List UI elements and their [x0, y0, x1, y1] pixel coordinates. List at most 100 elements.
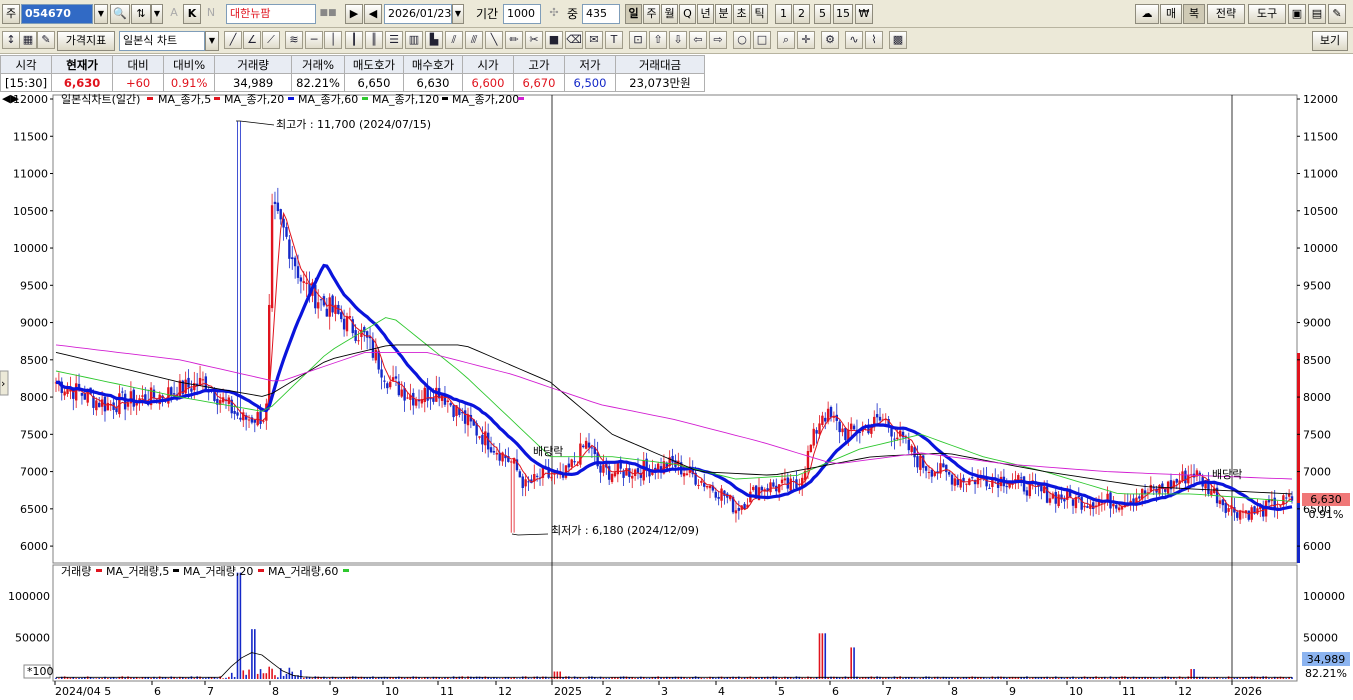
- value-high: 6,670: [512, 73, 565, 92]
- angle-icon[interactable]: ∠: [243, 31, 261, 49]
- fan-icon[interactable]: ≋: [285, 31, 303, 49]
- move-right-icon[interactable]: ⇨: [709, 31, 727, 49]
- tools-button[interactable]: 도구: [1248, 4, 1286, 24]
- value-volume: 34,989: [214, 73, 293, 92]
- search-icon[interactable]: 🔍: [110, 4, 130, 24]
- pencil-icon[interactable]: ✏: [505, 31, 523, 49]
- custom-interval-icon[interactable]: ₩: [855, 4, 873, 24]
- speed-lines-icon[interactable]: ▙: [425, 31, 443, 49]
- date-input[interactable]: 2026/01/23: [384, 4, 452, 24]
- folder-icon[interactable]: ▣: [1288, 4, 1306, 24]
- period-second-button[interactable]: 초: [733, 4, 750, 24]
- period-minute-button[interactable]: 분: [715, 4, 732, 24]
- parallel-icon[interactable]: ⫽: [445, 31, 463, 49]
- candle-body: [198, 377, 202, 386]
- candle-body: [342, 318, 346, 330]
- sort-dropdown-icon[interactable]: ▼: [151, 4, 163, 24]
- period-input[interactable]: 1000: [503, 4, 541, 24]
- edit-icon[interactable]: ✎: [37, 31, 55, 49]
- price-indicator-button[interactable]: 가격지표: [57, 31, 115, 51]
- volume-bar: [559, 671, 561, 679]
- volume-bar: [1052, 677, 1054, 679]
- x-tick-label: 2026: [1234, 685, 1262, 698]
- volume-bar: [1054, 676, 1057, 679]
- move-up-icon[interactable]: ⇧: [649, 31, 667, 49]
- color-palette-icon[interactable]: ■: [545, 31, 563, 49]
- volume-bar: [746, 677, 749, 679]
- volume-bar: [392, 677, 394, 679]
- move-down-icon[interactable]: ⇩: [669, 31, 687, 49]
- wrench-icon[interactable]: ✎: [1328, 4, 1346, 24]
- ray-icon[interactable]: ⟋: [262, 31, 280, 49]
- chart-type-dropdown-icon[interactable]: ▼: [205, 31, 219, 51]
- stock-chart[interactable]: 12000 11500 11000 10500 10000 9500 9000 8500 800…: [0, 93, 1353, 700]
- magnify-icon[interactable]: ⌕: [777, 31, 795, 49]
- volume-bar: [328, 677, 331, 679]
- stock-code-input[interactable]: 054670: [21, 4, 93, 24]
- save-icon[interactable]: ▤: [1308, 4, 1326, 24]
- note-icon[interactable]: ✉: [585, 31, 603, 49]
- candle-body: [584, 440, 588, 449]
- period-tick-button[interactable]: 틱: [751, 4, 768, 24]
- diagonal-icon[interactable]: ╲: [485, 31, 503, 49]
- interval-2-button[interactable]: 2: [793, 4, 810, 24]
- eraser-icon[interactable]: ⌫: [565, 31, 583, 49]
- cloud-icon[interactable]: ☁: [1135, 4, 1159, 24]
- volume-bar: [1213, 677, 1216, 679]
- grid-icon[interactable]: ▦: [19, 31, 37, 49]
- prev-arrow-icon[interactable]: ◀: [364, 4, 382, 24]
- trendline-icon[interactable]: ╱: [224, 31, 242, 49]
- period-week-button[interactable]: 주: [643, 4, 660, 24]
- period-year-button[interactable]: 년: [697, 4, 714, 24]
- arrow-up-down-icon[interactable]: ↕: [2, 31, 20, 49]
- strategy-button[interactable]: 전략: [1207, 4, 1245, 24]
- gann-grid-icon[interactable]: ▥: [405, 31, 423, 49]
- sort-icon[interactable]: ⇅: [131, 4, 151, 24]
- interval-5-button[interactable]: 5: [814, 4, 831, 24]
- period-day-button[interactable]: 일: [625, 4, 642, 24]
- calendar-dropdown-icon[interactable]: ▼: [452, 4, 464, 24]
- zigzag-icon[interactable]: ⌇: [865, 31, 883, 49]
- interval-15-button[interactable]: 15: [833, 4, 853, 24]
- letter-n-button[interactable]: N: [203, 4, 219, 24]
- period-month-button[interactable]: 월: [661, 4, 678, 24]
- buy-sell-button[interactable]: 매: [1160, 4, 1182, 24]
- volume-bar: [1236, 677, 1239, 679]
- volume-bar: [859, 677, 861, 679]
- stock-name-field[interactable]: 대한뉴팜: [226, 4, 316, 24]
- crosshair-icon[interactable]: ✛: [797, 31, 815, 49]
- circle-icon[interactable]: ○: [733, 31, 751, 49]
- letter-a-button[interactable]: A: [166, 4, 182, 24]
- expand-arrows-icon[interactable]: ◀▶: [2, 93, 19, 105]
- spin-icon[interactable]: ✣: [545, 4, 563, 24]
- period-quarter-button[interactable]: Q: [679, 4, 696, 24]
- info-icons[interactable]: ■■: [316, 4, 340, 24]
- volume-bar: [1029, 678, 1031, 679]
- settings-icon[interactable]: ⚙: [821, 31, 839, 49]
- interval-1-button[interactable]: 1: [775, 4, 792, 24]
- image-icon[interactable]: ▩: [889, 31, 907, 49]
- cycle-lines-icon[interactable]: ┃: [345, 31, 363, 49]
- code-dropdown-icon[interactable]: ▼: [94, 4, 108, 24]
- square-icon[interactable]: □: [753, 31, 771, 49]
- zoom-fit-icon[interactable]: ⊡: [629, 31, 647, 49]
- cross-tools-icon[interactable]: ✂: [525, 31, 543, 49]
- candle-body: [947, 471, 951, 475]
- horizontal-line-icon[interactable]: ─: [305, 31, 323, 49]
- view-button[interactable]: 보기: [1312, 31, 1348, 51]
- vertical-line-icon[interactable]: │: [324, 31, 342, 49]
- volume-bar: [749, 676, 752, 679]
- count-input[interactable]: 435: [582, 4, 620, 24]
- channel-icon[interactable]: ⫻: [465, 31, 483, 49]
- duplicate-button[interactable]: 복: [1183, 4, 1205, 24]
- market-type-button[interactable]: 주: [2, 4, 20, 24]
- chart-type-select[interactable]: 일본식 차트: [119, 31, 205, 51]
- text-icon[interactable]: T: [605, 31, 623, 49]
- wave-icon[interactable]: ∿: [845, 31, 863, 49]
- move-left-icon[interactable]: ⇦: [689, 31, 707, 49]
- fibo-time-icon[interactable]: ║: [365, 31, 383, 49]
- next-arrow-icon[interactable]: ▶: [345, 4, 363, 24]
- letter-k-button[interactable]: K: [183, 4, 201, 24]
- side-arrow-icon[interactable]: ›: [1, 377, 5, 390]
- fibo-retrace-icon[interactable]: ☰: [385, 31, 403, 49]
